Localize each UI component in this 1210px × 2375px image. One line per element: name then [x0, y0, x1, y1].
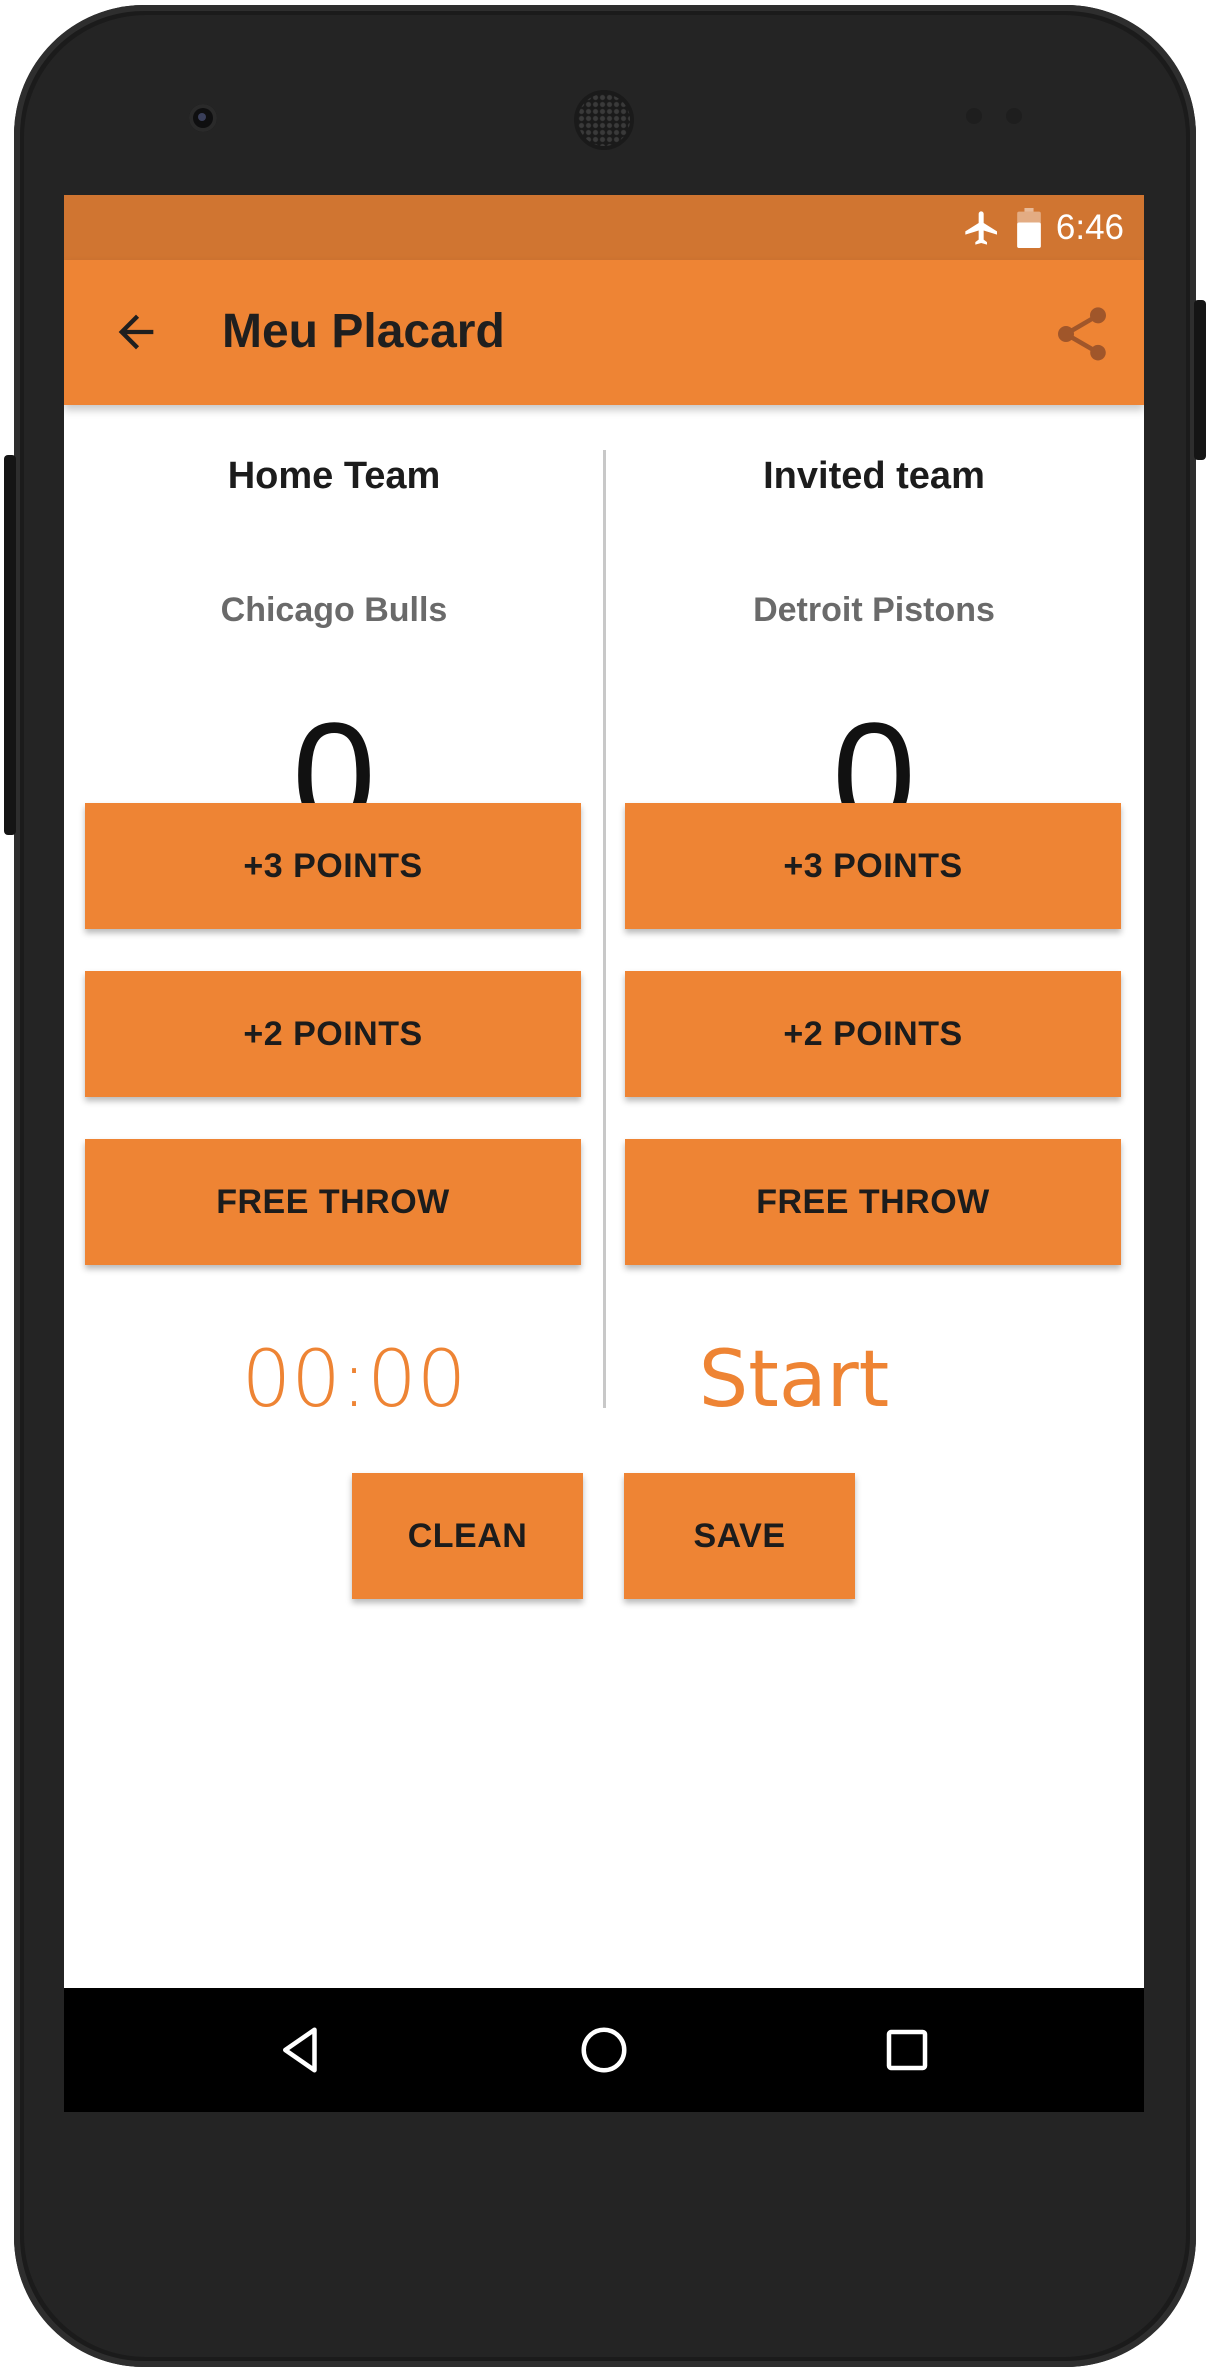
- invited-team-name: Detroit Pistons: [753, 591, 995, 629]
- volume-button: [4, 455, 16, 835]
- back-triangle-icon[interactable]: [274, 2023, 328, 2077]
- home-team-label: Home Team: [227, 455, 441, 497]
- light-sensor: [1006, 108, 1022, 124]
- home-circle-icon[interactable]: [577, 2023, 631, 2077]
- share-icon[interactable]: [1050, 302, 1114, 366]
- front-camera: [189, 104, 217, 132]
- home-plus3-button[interactable]: +3 POINTS: [85, 803, 581, 929]
- power-button: [1194, 300, 1206, 460]
- status-time: 6:46: [1055, 207, 1124, 247]
- system-navigation-bar: [64, 1988, 1144, 2112]
- proximity-sensor: [966, 108, 982, 124]
- app-toolbar: Meu Placard: [64, 260, 1144, 405]
- home-team-name: Chicago Bulls: [220, 591, 448, 629]
- battery-icon: [1017, 207, 1041, 248]
- invited-plus2-button[interactable]: +2 POINTS: [625, 971, 1121, 1097]
- invited-team-label: Invited team: [763, 455, 985, 497]
- home-plus2-button[interactable]: +2 POINTS: [85, 971, 581, 1097]
- invited-free-throw-button[interactable]: FREE THROW: [625, 1139, 1121, 1265]
- app-screen: 6:46 Meu Placard Home Team Chicago Bulls…: [64, 195, 1144, 2112]
- recents-square-icon[interactable]: [880, 2023, 934, 2077]
- arrow-left-icon[interactable]: [110, 306, 162, 358]
- scoreboard-content: Home Team Chicago Bulls 0 Invited team D…: [64, 405, 1144, 2032]
- status-bar: 6:46: [64, 195, 1144, 260]
- earpiece-speaker: [578, 94, 630, 146]
- page-title: Meu Placard: [222, 305, 505, 358]
- timer-display: 00:00: [241, 1335, 467, 1425]
- start-button[interactable]: Start: [664, 1335, 924, 1425]
- airplane-icon: [965, 210, 997, 245]
- save-button[interactable]: SAVE: [624, 1473, 855, 1599]
- invited-plus3-button[interactable]: +3 POINTS: [625, 803, 1121, 929]
- home-free-throw-button[interactable]: FREE THROW: [85, 1139, 581, 1265]
- clean-button[interactable]: CLEAN: [352, 1473, 583, 1599]
